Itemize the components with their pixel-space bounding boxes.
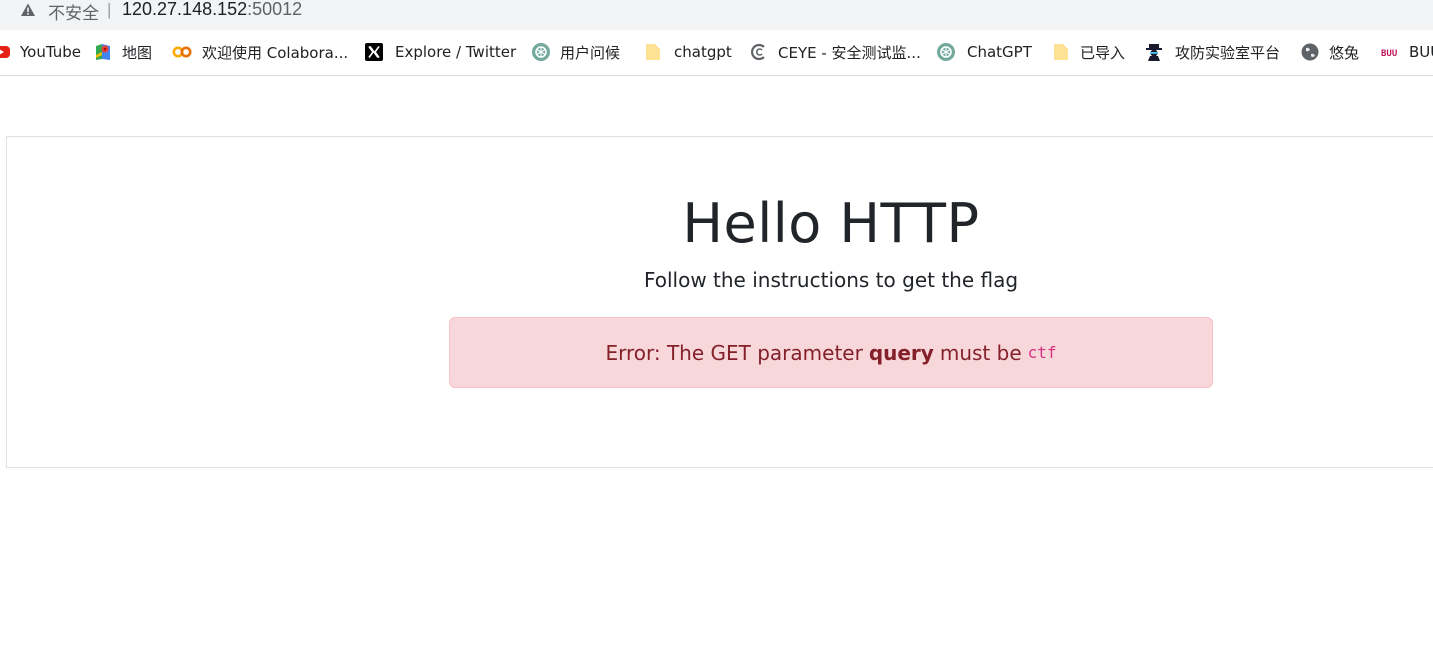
bookmark-maps[interactable]: 地图: [94, 41, 152, 63]
buu-icon: BUU: [1381, 49, 1397, 59]
bookmark-youtu[interactable]: 悠兔: [1301, 41, 1359, 63]
x-twitter-icon: [365, 43, 383, 61]
bookmark-label: 欢迎使用 Colabora...: [202, 43, 349, 62]
bookmark-label: BUU: [1409, 43, 1433, 61]
bookmark-youtube[interactable]: YouTube: [0, 41, 81, 63]
bookmarks-bar: YouTube 地图 欢迎使用 Colabora... Explore / Tw…: [0, 31, 1433, 76]
svg-text:BUU: BUU: [1381, 49, 1397, 59]
colab-icon: [172, 46, 192, 58]
bookmark-label: 攻防实验室平台: [1175, 43, 1281, 62]
openai-icon: [937, 43, 955, 61]
bookmark-folder-imported[interactable]: 已导入: [1052, 41, 1125, 63]
address-separator: |: [107, 0, 112, 19]
youtube-icon: [0, 46, 10, 58]
address-bar[interactable]: 不安全 | 120.27.148.152:50012: [0, 0, 1433, 31]
globe-icon: [1301, 43, 1319, 61]
bookmark-label: CEYE - 安全测试监...: [778, 43, 921, 62]
warning-triangle-icon[interactable]: [20, 2, 36, 18]
page-title: Hello HTTP: [682, 192, 980, 255]
alert-middle: must be: [939, 340, 1022, 365]
bookmark-label: YouTube: [20, 43, 81, 61]
alert-param-name: query: [868, 340, 934, 365]
bookmark-label: Explore / Twitter: [395, 43, 517, 61]
bookmark-label: ChatGPT: [967, 43, 1032, 61]
bookmark-label: chatgpt: [674, 43, 732, 61]
bookmark-attack-defense-lab[interactable]: 攻防实验室平台: [1145, 41, 1280, 63]
bookmark-user-greeting[interactable]: 用户问候: [532, 41, 620, 63]
error-alert: Error: The GET parameter query must be c…: [449, 317, 1213, 388]
url-port: :50012: [247, 0, 303, 19]
folder-icon: [1054, 44, 1068, 60]
bookmark-label: 悠兔: [1329, 43, 1360, 62]
alert-prefix: Error: The GET parameter: [605, 340, 863, 365]
bookmark-folder-chatgpt[interactable]: chatgpt: [644, 41, 732, 63]
url-text[interactable]: 120.27.148.152:50012: [122, 0, 302, 20]
bookmark-label: 地图: [122, 43, 153, 62]
bookmark-colab[interactable]: 欢迎使用 Colabora...: [172, 41, 348, 63]
content-card: [6, 136, 1433, 468]
security-status-label[interactable]: 不安全: [48, 0, 99, 24]
bookmark-label: 已导入: [1080, 43, 1126, 62]
openai-icon: [532, 43, 550, 61]
alert-required-value: ctf: [1027, 343, 1057, 362]
bookmark-label: 用户问候: [560, 43, 621, 62]
ceye-icon: [751, 43, 765, 61]
folder-icon: [646, 44, 660, 60]
bookmark-chatgpt[interactable]: ChatGPT: [937, 41, 1032, 63]
url-host: 120.27.148.152: [122, 0, 248, 19]
maps-icon: [96, 44, 110, 60]
bookmark-buu[interactable]: BUU BUU: [1381, 41, 1433, 63]
hacker-icon: [1146, 44, 1162, 61]
bookmark-ceye[interactable]: CEYE - 安全测试监...: [750, 41, 921, 63]
bookmark-twitter[interactable]: Explore / Twitter: [365, 41, 516, 63]
page-subtitle: Follow the instructions to get the flag: [643, 268, 1019, 292]
